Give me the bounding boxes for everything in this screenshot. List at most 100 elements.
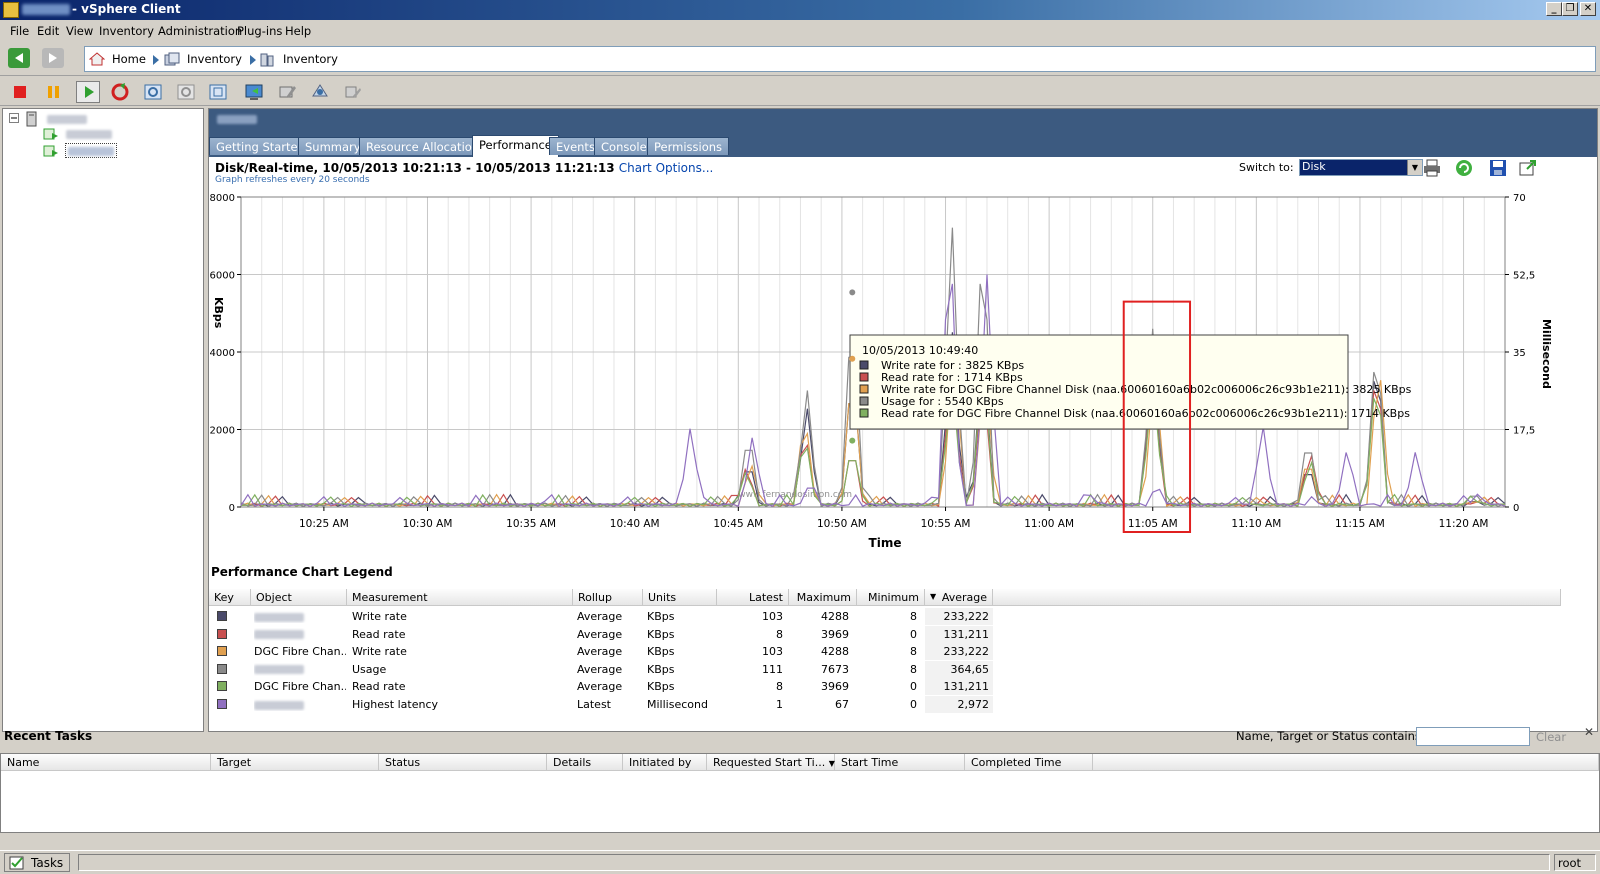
legend-cell-maximum: 3969 <box>821 627 849 641</box>
legend-header-minimum[interactable]: Minimum <box>857 589 925 606</box>
filter-input[interactable] <box>1416 727 1530 746</box>
legend-cell-average: 233,222 <box>943 610 990 623</box>
legend-header-rollup[interactable]: Rollup <box>573 589 643 606</box>
x-tick-label: 10:25 AM <box>299 518 349 530</box>
object-name-redacted <box>254 630 304 640</box>
switch-to-dropdown[interactable]: Disk ▼ <box>1299 159 1423 176</box>
tasks-header-filler <box>1093 754 1599 771</box>
performance-chart[interactable]: 0 2000 4000 6000 8000 0 17,5 35 52,5 70 10:25 AM… <box>209 187 1597 561</box>
chart-options-link[interactable]: Chart Options... <box>619 161 714 175</box>
legend-row[interactable]: Read rate Average KBps 8 3969 0 131,211 <box>209 625 1009 643</box>
popout-chart-icon[interactable] <box>1519 159 1537 177</box>
legend-row[interactable]: DGC Fibre Chan... Read rate Average KBps 8 39… <box>209 678 1009 696</box>
clone-icon[interactable] <box>343 82 363 102</box>
legend-header-units[interactable]: Units <box>643 589 717 606</box>
home-icon[interactable] <box>89 51 105 67</box>
legend-row[interactable]: DGC Fibre Chan... Write rate Average KBps 10… <box>209 643 1009 661</box>
tasks-header-requested-start[interactable]: Requested Start Ti... ▼ <box>707 754 835 771</box>
close-panel-icon[interactable]: ✕ <box>1584 725 1594 739</box>
x-tick-label: 11:05 AM <box>1128 518 1178 530</box>
legend-cell-minimum: 0 <box>910 627 917 641</box>
snapshot-icon[interactable] <box>143 82 163 102</box>
suspend-icon[interactable] <box>44 82 64 102</box>
legend-cell-latest: 103 <box>762 645 783 659</box>
sort-desc-icon: ▼ <box>828 759 835 768</box>
chart-title: Disk/Real-time, 10/05/2013 10:21:13 - 10… <box>215 161 615 175</box>
reset-icon[interactable] <box>110 82 130 102</box>
menu-edit[interactable]: Edit <box>37 24 59 38</box>
revert-snapshot-icon[interactable] <box>176 82 196 102</box>
legend-header-key[interactable]: Key <box>209 589 251 606</box>
tasks-header-status[interactable]: Status <box>379 754 547 771</box>
tree-vm-row-1[interactable] <box>43 127 112 141</box>
legend-header-measurement[interactable]: Measurement <box>347 589 573 606</box>
legend-cell-units: KBps <box>647 627 675 641</box>
breadcrumb-inventory[interactable]: Inventory <box>187 52 242 66</box>
edit-settings-icon[interactable] <box>277 82 297 102</box>
tab-resource-allocation[interactable]: Resource Allocation <box>359 137 487 155</box>
menu-view[interactable]: View <box>66 24 93 38</box>
migrate-icon[interactable] <box>310 82 330 102</box>
chevron-down-icon[interactable]: ▼ <box>1407 160 1422 175</box>
tab-console[interactable]: Console <box>594 137 654 155</box>
power-on-button[interactable] <box>76 81 100 103</box>
tree-vm-row-2-selected[interactable] <box>43 143 117 158</box>
legend-cell-units: KBps <box>647 680 675 694</box>
breadcrumb-home[interactable]: Home <box>112 52 146 66</box>
legend-header-maximum[interactable]: Maximum <box>789 589 857 606</box>
save-icon[interactable] <box>1489 159 1507 177</box>
tab-summary[interactable]: Summary <box>298 137 368 155</box>
tooltip-swatch <box>859 396 869 406</box>
clear-button[interactable]: Clear <box>1536 730 1566 744</box>
legend-header-latest[interactable]: Latest <box>717 589 789 606</box>
menu-help[interactable]: Help <box>285 24 311 38</box>
print-icon[interactable] <box>1423 159 1441 177</box>
legend-cell-maximum: 4288 <box>821 645 849 659</box>
tasks-header-details[interactable]: Details <box>547 754 623 771</box>
legend-cell-latest: 8 <box>776 680 783 694</box>
legend-header-object[interactable]: Object <box>251 589 347 606</box>
tree-vm-name-redacted <box>65 129 112 139</box>
filter-label[interactable]: Name, Target or Status contains: ▾ <box>1236 729 1434 743</box>
minimize-button[interactable]: _ <box>1546 2 1562 16</box>
menu-inventory[interactable]: Inventory <box>99 24 154 38</box>
breadcrumb-inventory-hosts[interactable]: Inventory <box>283 52 338 66</box>
tab-permissions[interactable]: Permissions <box>647 137 730 155</box>
tasks-header-completed-time[interactable]: Completed Time <box>965 754 1093 771</box>
tree-collapse-toggle[interactable] <box>9 113 19 126</box>
menu-administration[interactable]: Administration <box>158 24 242 38</box>
close-button[interactable]: ✕ <box>1580 2 1596 16</box>
tasks-header-start-time[interactable]: Start Time <box>835 754 965 771</box>
tab-performance[interactable]: Performance <box>472 135 559 157</box>
legend-header-average[interactable]: ▼ Average <box>925 589 993 606</box>
minus-box-icon <box>9 113 19 123</box>
menu-file[interactable]: File <box>10 24 29 38</box>
x-tick-label: 11:15 AM <box>1335 518 1385 530</box>
snapshot-manager-icon[interactable] <box>208 82 228 102</box>
tasks-button[interactable]: Tasks <box>4 853 71 872</box>
tasks-header-initiated-by[interactable]: Initiated by <box>623 754 707 771</box>
legend-row[interactable]: Usage Average KBps 111 7673 8 364,65 <box>209 660 1009 678</box>
legend-key-swatch <box>217 628 227 639</box>
chevron-right-icon <box>250 55 256 65</box>
restore-button[interactable]: ❐ <box>1562 2 1578 16</box>
tasks-header-target[interactable]: Target <box>211 754 379 771</box>
legend-cell-average: 364,65 <box>950 662 990 676</box>
legend-cell-maximum: 4288 <box>821 610 849 623</box>
tree-host-row[interactable] <box>25 111 87 127</box>
menu-plugins[interactable]: Plug-ins <box>237 24 282 38</box>
power-off-icon[interactable] <box>10 82 30 102</box>
console-icon[interactable] <box>244 82 264 102</box>
legend-row[interactable]: Write rate Average KBps 103 4288 8 233,222 <box>209 608 1009 625</box>
refresh-icon[interactable] <box>1454 158 1474 178</box>
tab-getting-started[interactable]: Getting Started <box>209 137 312 155</box>
back-arrow-icon[interactable] <box>8 48 30 68</box>
forward-arrow-icon[interactable] <box>42 48 64 68</box>
legend-cell-object <box>254 698 346 711</box>
status-bar: Tasks root <box>0 850 1600 874</box>
legend-row[interactable]: Highest latency Latest Millisecond 1 67 0 2,97… <box>209 696 1009 713</box>
inventory-icon <box>164 52 180 66</box>
tasks-header-name[interactable]: Name <box>1 754 211 771</box>
legend-cell-minimum: 8 <box>910 662 917 676</box>
legend-cell-average: 2,972 <box>957 698 990 711</box>
